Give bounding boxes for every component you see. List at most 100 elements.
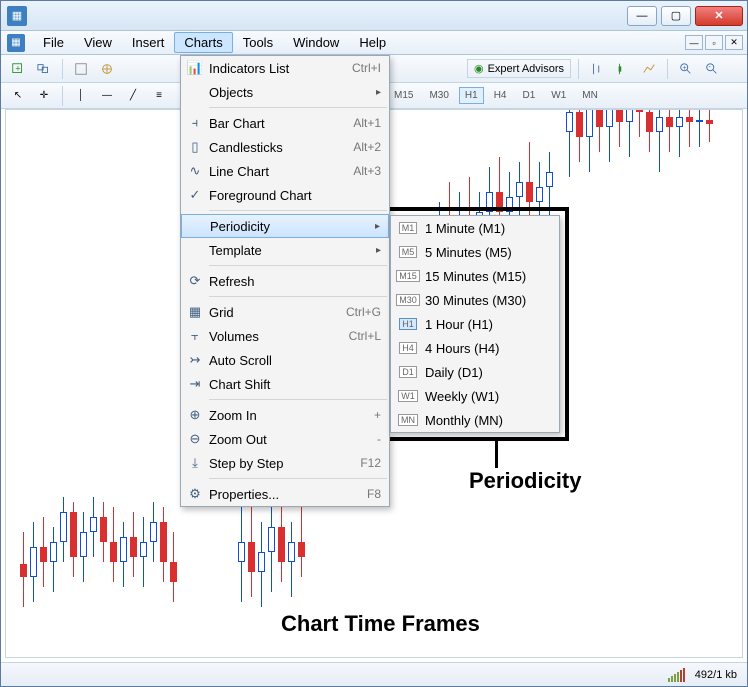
svg-text:+: + — [683, 64, 687, 71]
zoom-out-icon[interactable]: - — [701, 58, 723, 80]
charts-menu-candlesticks[interactable]: ▯CandlesticksAlt+2 — [181, 135, 389, 159]
menu-insert[interactable]: Insert — [122, 32, 175, 53]
zoom-in-icon[interactable]: + — [675, 58, 697, 80]
menu-bar: ▦ File View Insert Charts Tools Window H… — [1, 31, 747, 55]
menu-shortcut: Alt+3 — [337, 164, 381, 178]
charts-menu-refresh[interactable]: ⟳Refresh — [181, 269, 389, 293]
menu-item-label: Indicators List — [209, 61, 336, 76]
menu-shortcut: + — [358, 408, 381, 422]
periodicity-submenu: M11 Minute (M1)M55 Minutes (M5)M1515 Min… — [390, 215, 560, 433]
candlestick-icon[interactable] — [612, 58, 634, 80]
periodicity-m1[interactable]: M11 Minute (M1) — [391, 216, 559, 240]
tf-h4-button[interactable]: H4 — [488, 87, 513, 104]
callout-connector — [495, 440, 498, 468]
minimize-button[interactable]: — — [627, 6, 657, 26]
menu-item-label: Candlesticks — [209, 140, 337, 155]
tf-h1-button[interactable]: H1 — [459, 87, 484, 104]
timeframe-badge-icon: D1 — [391, 366, 425, 378]
menu-tools[interactable]: Tools — [233, 32, 283, 53]
menu-shortcut: Alt+1 — [337, 116, 381, 130]
line-chart-icon[interactable] — [638, 58, 660, 80]
charts-menu-properties[interactable]: ⚙Properties...F8 — [181, 482, 389, 506]
crosshair-tool-icon[interactable]: ✛ — [33, 85, 55, 107]
tf-mn-button[interactable]: MN — [576, 87, 604, 104]
charts-menu-grid[interactable]: ▦GridCtrl+G — [181, 300, 389, 324]
expert-advisors-button[interactable]: ◉ Expert Advisors — [467, 59, 571, 78]
menu-item-label: Zoom In — [209, 408, 358, 423]
profiles-button[interactable] — [33, 58, 55, 80]
volumes-icon: ⫟ — [181, 328, 209, 344]
submenu-item-label: 15 Minutes (M15) — [425, 269, 526, 284]
tf-m15-button[interactable]: M15 — [388, 87, 419, 104]
menu-separator — [209, 107, 387, 108]
market-watch-button[interactable] — [70, 58, 92, 80]
vertical-line-icon[interactable]: │ — [70, 85, 92, 107]
charts-menu-auto-scroll[interactable]: ↣Auto Scroll — [181, 348, 389, 372]
bar-icon: ⫞ — [181, 115, 209, 131]
charts-menu-bar-chart[interactable]: ⫞Bar ChartAlt+1 — [181, 111, 389, 135]
charts-menu-step-by-step[interactable]: ⤓Step by StepF12 — [181, 451, 389, 475]
menu-item-label: Bar Chart — [209, 116, 337, 131]
charts-menu-template[interactable]: Template▸ — [181, 238, 389, 262]
menu-shortcut: Ctrl+G — [330, 305, 381, 319]
app-window: ▦ — ▢ ✕ ▦ File View Insert Charts Tools … — [0, 0, 748, 687]
menu-file[interactable]: File — [33, 32, 74, 53]
periodicity-w1[interactable]: W1Weekly (W1) — [391, 384, 559, 408]
expert-advisors-icon: ◉ — [474, 62, 484, 75]
charts-menu-foreground-chart[interactable]: ✓Foreground Chart — [181, 183, 389, 207]
periodicity-d1[interactable]: D1Daily (D1) — [391, 360, 559, 384]
menu-window[interactable]: Window — [283, 32, 349, 53]
periodicity-m5[interactable]: M55 Minutes (M5) — [391, 240, 559, 264]
menu-item-label: Template — [209, 243, 376, 258]
mdi-close-button[interactable]: ✕ — [725, 35, 743, 50]
charts-menu-volumes[interactable]: ⫟VolumesCtrl+L — [181, 324, 389, 348]
charts-menu-periodicity[interactable]: Periodicity▸ — [181, 214, 389, 238]
mdi-minimize-button[interactable]: — — [685, 35, 703, 50]
menu-item-label: Auto Scroll — [209, 353, 381, 368]
timeframe-badge-icon: M15 — [391, 270, 425, 282]
navigator-button[interactable] — [96, 58, 118, 80]
charts-menu-line-chart[interactable]: ∿Line ChartAlt+3 — [181, 159, 389, 183]
cursor-tool-icon[interactable]: ↖ — [7, 85, 29, 107]
charts-menu-zoom-out[interactable]: ⊖Zoom Out- — [181, 427, 389, 451]
mdi-restore-button[interactable]: ▫ — [705, 35, 723, 50]
close-button[interactable]: ✕ — [695, 6, 743, 26]
expert-advisors-label: Expert Advisors — [488, 63, 564, 75]
bar-chart-icon[interactable] — [586, 58, 608, 80]
horizontal-line-icon[interactable]: — — [96, 85, 118, 107]
submenu-arrow-icon: ▸ — [376, 245, 381, 256]
menu-view[interactable]: View — [74, 32, 122, 53]
periodicity-h4[interactable]: H44 Hours (H4) — [391, 336, 559, 360]
charts-menu-chart-shift[interactable]: ⇥Chart Shift — [181, 372, 389, 396]
new-chart-button[interactable]: + — [7, 58, 29, 80]
menu-item-label: Chart Shift — [209, 377, 381, 392]
candle-icon: ▯ — [181, 139, 209, 155]
periodicity-m15[interactable]: M1515 Minutes (M15) — [391, 264, 559, 288]
tf-w1-button[interactable]: W1 — [545, 87, 572, 104]
menu-charts[interactable]: Charts — [174, 32, 232, 53]
svg-text:+: + — [15, 63, 20, 73]
menu-item-label: Line Chart — [209, 164, 337, 179]
step-icon: ⤓ — [181, 455, 209, 471]
periodicity-m30[interactable]: M3030 Minutes (M30) — [391, 288, 559, 312]
menu-help[interactable]: Help — [349, 32, 396, 53]
periodicity-h1[interactable]: H11 Hour (H1) — [391, 312, 559, 336]
props-icon: ⚙ — [181, 486, 209, 502]
timeframe-badge-icon: H4 — [391, 342, 425, 354]
tf-d1-button[interactable]: D1 — [517, 87, 542, 104]
menu-separator — [209, 399, 387, 400]
submenu-item-label: 1 Minute (M1) — [425, 221, 505, 236]
charts-menu-indicators-list[interactable]: 📊Indicators ListCtrl+I — [181, 56, 389, 80]
periodicity-mn[interactable]: MNMonthly (MN) — [391, 408, 559, 432]
menu-item-label: Foreground Chart — [209, 188, 381, 203]
menu-shortcut: Alt+2 — [337, 140, 381, 154]
charts-menu-zoom-in[interactable]: ⊕Zoom In+ — [181, 403, 389, 427]
menu-separator — [209, 296, 387, 297]
app-icon: ▦ — [7, 6, 27, 26]
tf-m30-button[interactable]: M30 — [423, 87, 454, 104]
channel-icon[interactable]: ≡ — [148, 85, 170, 107]
charts-menu-objects[interactable]: Objects▸ — [181, 80, 389, 104]
trendline-icon[interactable]: ╱ — [122, 85, 144, 107]
maximize-button[interactable]: ▢ — [661, 6, 691, 26]
app-menu-icon: ▦ — [7, 34, 25, 52]
